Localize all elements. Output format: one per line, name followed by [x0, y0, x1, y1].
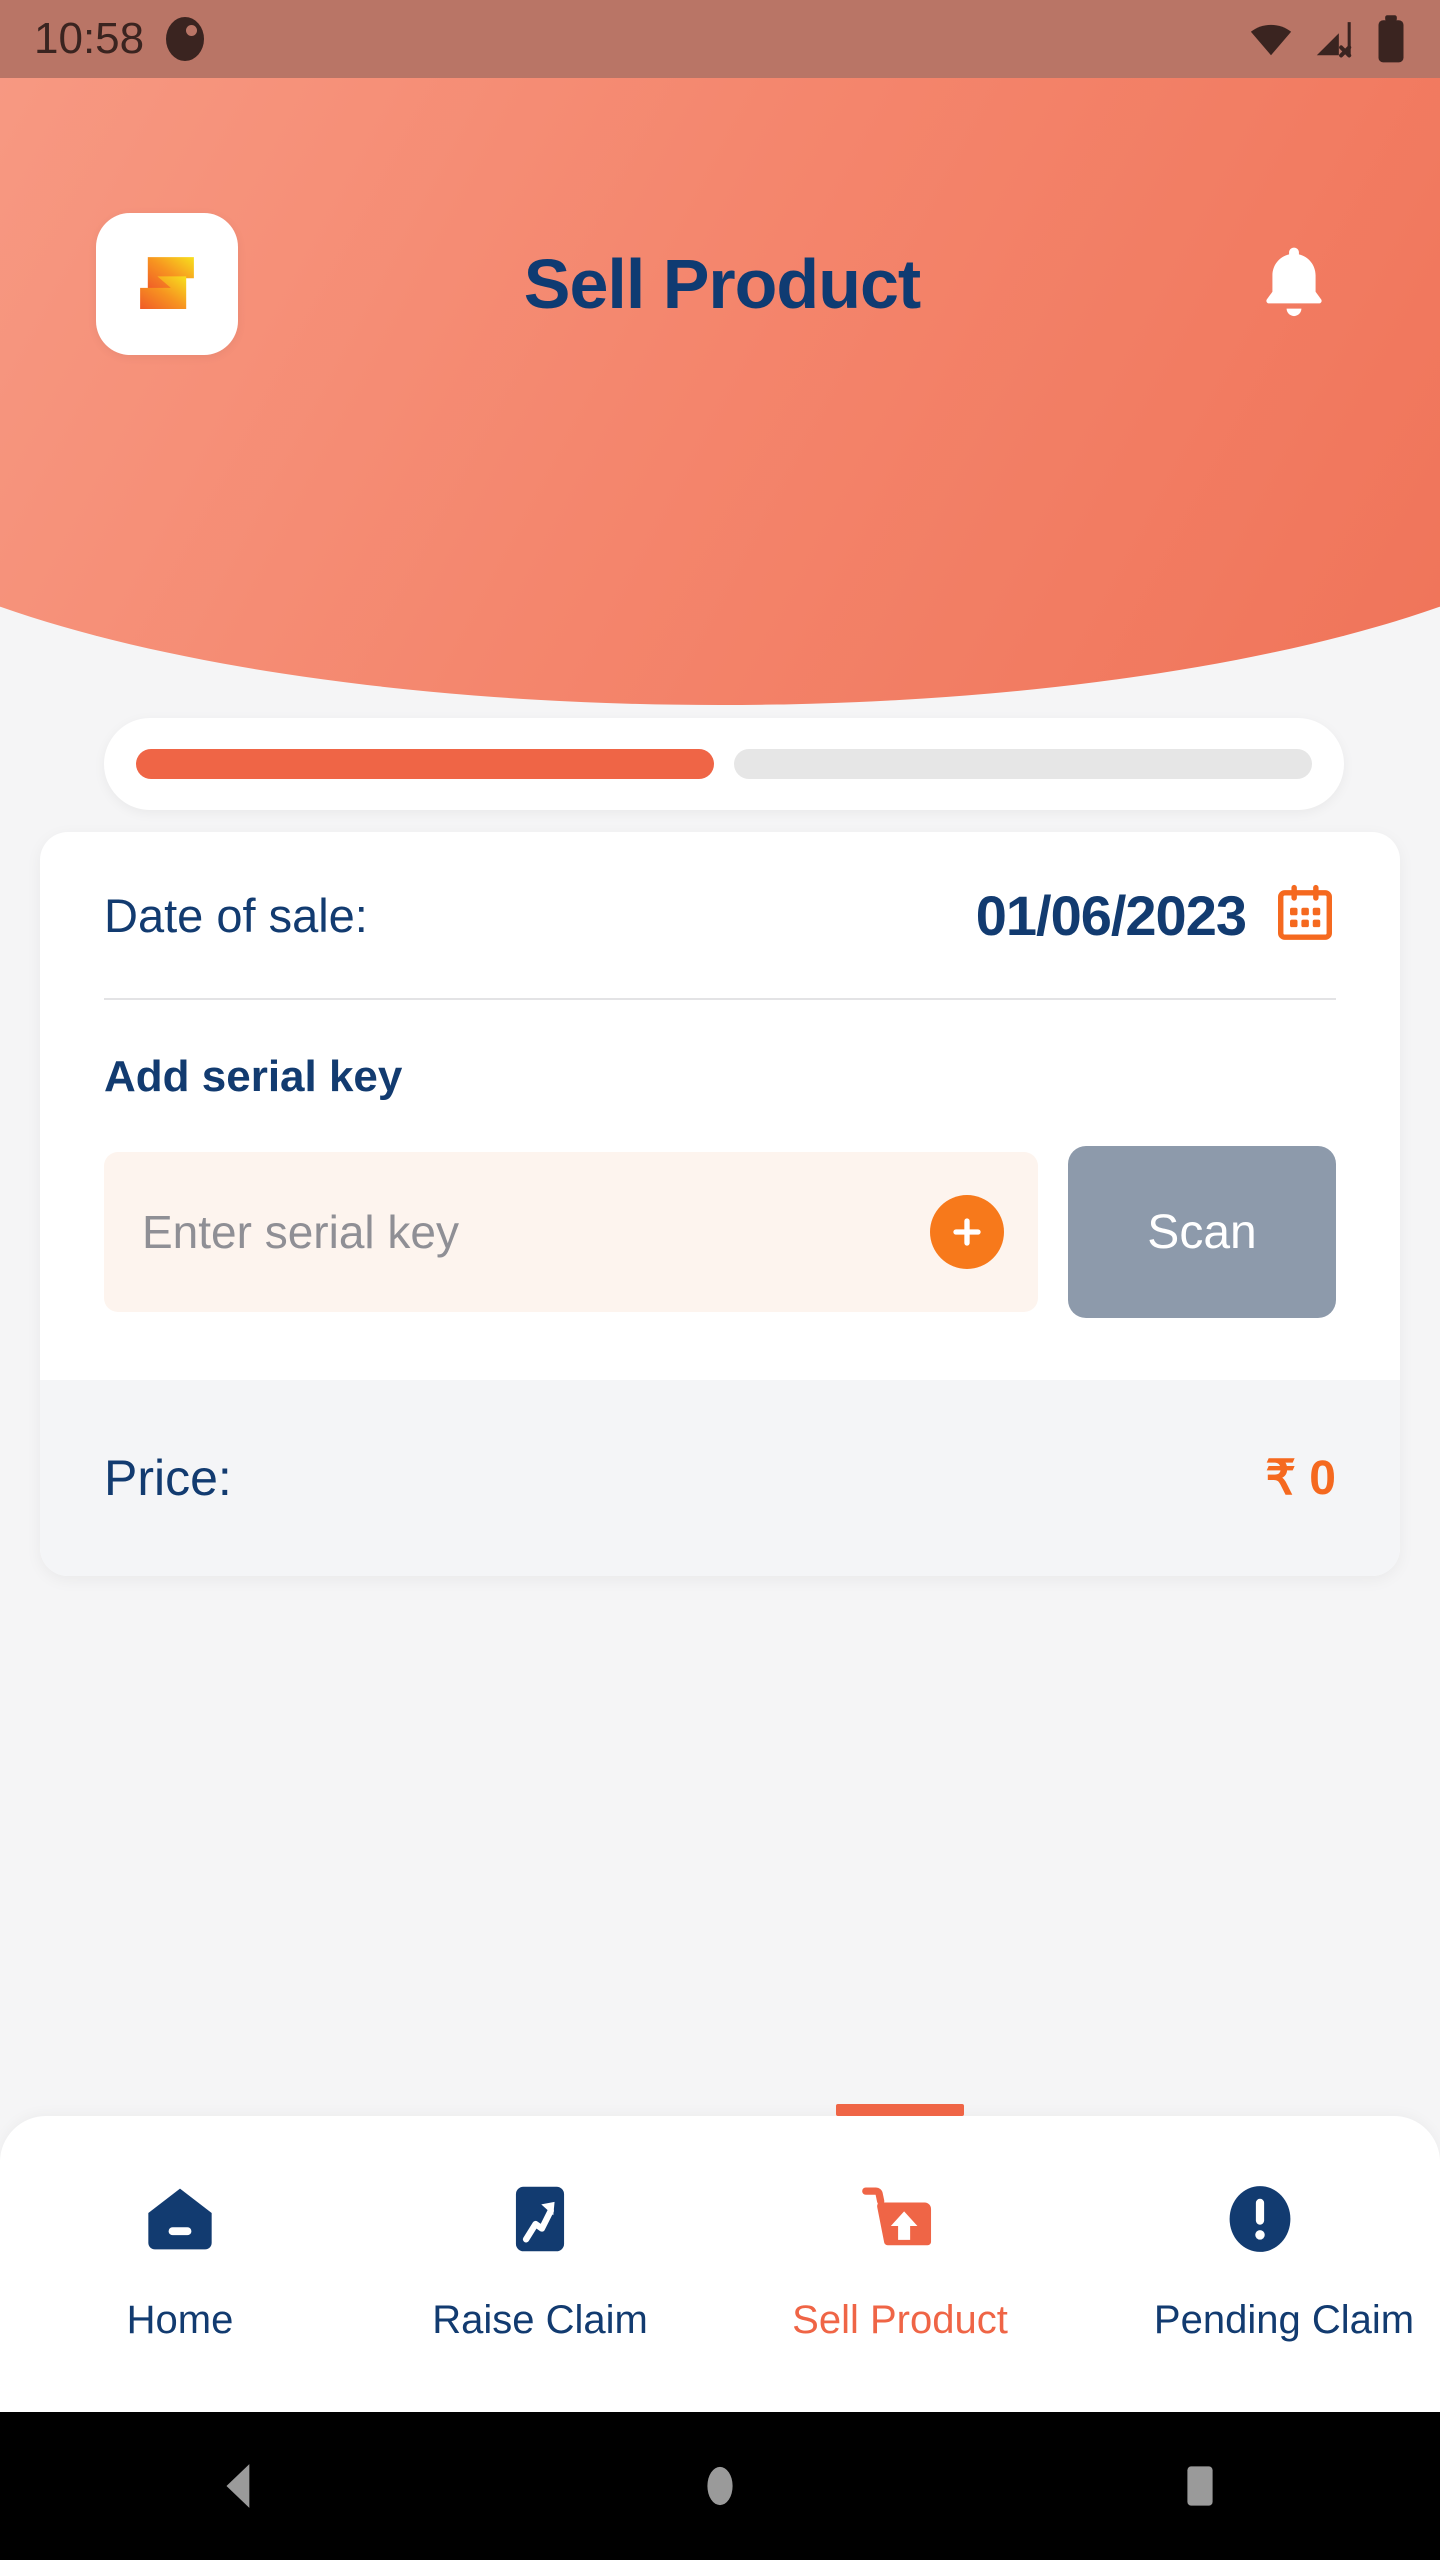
android-system-nav	[0, 2412, 1440, 2560]
cart-upload-icon-wrap	[858, 2176, 942, 2262]
date-of-sale-value-group[interactable]: 01/06/2023	[976, 883, 1336, 948]
home-icon-wrap	[142, 2176, 218, 2262]
notification-bell-button[interactable]	[1246, 236, 1342, 332]
serial-key-placeholder: Enter serial key	[142, 1206, 460, 1258]
nav-label-pending-claim: Pending Claim	[1153, 2298, 1415, 2342]
calendar-icon[interactable]	[1274, 884, 1336, 946]
nav-item-raise-claim[interactable]: Raise Claim	[360, 2116, 720, 2412]
nav-label-home: Home	[126, 2298, 234, 2342]
back-triangle-icon[interactable]	[212, 2458, 268, 2514]
cellular-off-icon	[1316, 22, 1352, 58]
header-banner: Sell Product	[0, 0, 1440, 705]
exclamation-circle-icon	[1229, 2186, 1291, 2252]
home-circle-icon[interactable]	[692, 2458, 748, 2514]
add-serial-key-button[interactable]	[930, 1195, 1004, 1269]
bottom-navigation-bar: Home Raise Claim Sell Product Pending Cl…	[0, 2116, 1440, 2412]
step-progress-bar	[104, 718, 1344, 810]
app-screen: Sell Product 10:58 Date of sale: 01/06/2…	[0, 0, 1440, 2560]
growth-arrow-icon	[515, 2186, 565, 2252]
sell-product-card: Date of sale: 01/06/2023 Add serial key …	[40, 832, 1400, 1576]
nav-label-sell-product: Sell Product	[792, 2298, 1008, 2342]
exclamation-circle-icon-wrap	[1222, 2176, 1298, 2262]
battery-full-icon	[1378, 15, 1404, 63]
recents-square-icon[interactable]	[1172, 2458, 1228, 2514]
notification-dot-icon	[166, 17, 205, 61]
scan-button[interactable]: Scan	[1068, 1146, 1336, 1318]
date-of-sale-row[interactable]: Date of sale: 01/06/2023	[104, 832, 1336, 998]
notification-bell-icon	[1266, 247, 1322, 317]
price-row: Price: ₹ 0	[40, 1380, 1400, 1576]
serial-key-input[interactable]: Enter serial key	[104, 1152, 1038, 1312]
date-of-sale-value: 01/06/2023	[975, 883, 1247, 947]
plus-icon	[953, 1218, 981, 1246]
add-serial-key-label: Add serial key	[104, 1052, 403, 1101]
wifi-icon	[1250, 24, 1292, 56]
price-value: ₹ 0	[1265, 1452, 1336, 1505]
card-serial-section: Add serial key Enter serial key Scan	[40, 1000, 1400, 1380]
nav-item-pending-claim[interactable]: Pending Claim	[1080, 2116, 1440, 2412]
active-tab-indicator	[836, 2104, 964, 2116]
status-bar-right	[1248, 14, 1406, 64]
page-title: Sell Product	[523, 245, 921, 323]
nav-label-raise-claim: Raise Claim	[432, 2298, 648, 2342]
status-clock: 10:58	[34, 14, 145, 63]
status-bar: 10:58	[0, 0, 1440, 78]
growth-arrow-icon-wrap	[502, 2176, 578, 2262]
card-top-section: Date of sale: 01/06/2023	[40, 832, 1400, 998]
cart-upload-icon	[862, 2187, 932, 2246]
price-label: Price:	[104, 1450, 232, 1506]
progress-step-2-empty	[734, 749, 1312, 779]
nav-item-sell-product[interactable]: Sell Product	[720, 2116, 1080, 2412]
date-of-sale-label: Date of sale:	[104, 888, 368, 942]
status-bar-left: 10:58	[34, 14, 205, 64]
home-icon	[148, 2188, 212, 2250]
progress-step-1-filled	[136, 749, 714, 779]
nav-item-home[interactable]: Home	[0, 2116, 360, 2412]
serial-key-row: Enter serial key Scan	[104, 1102, 1336, 1380]
